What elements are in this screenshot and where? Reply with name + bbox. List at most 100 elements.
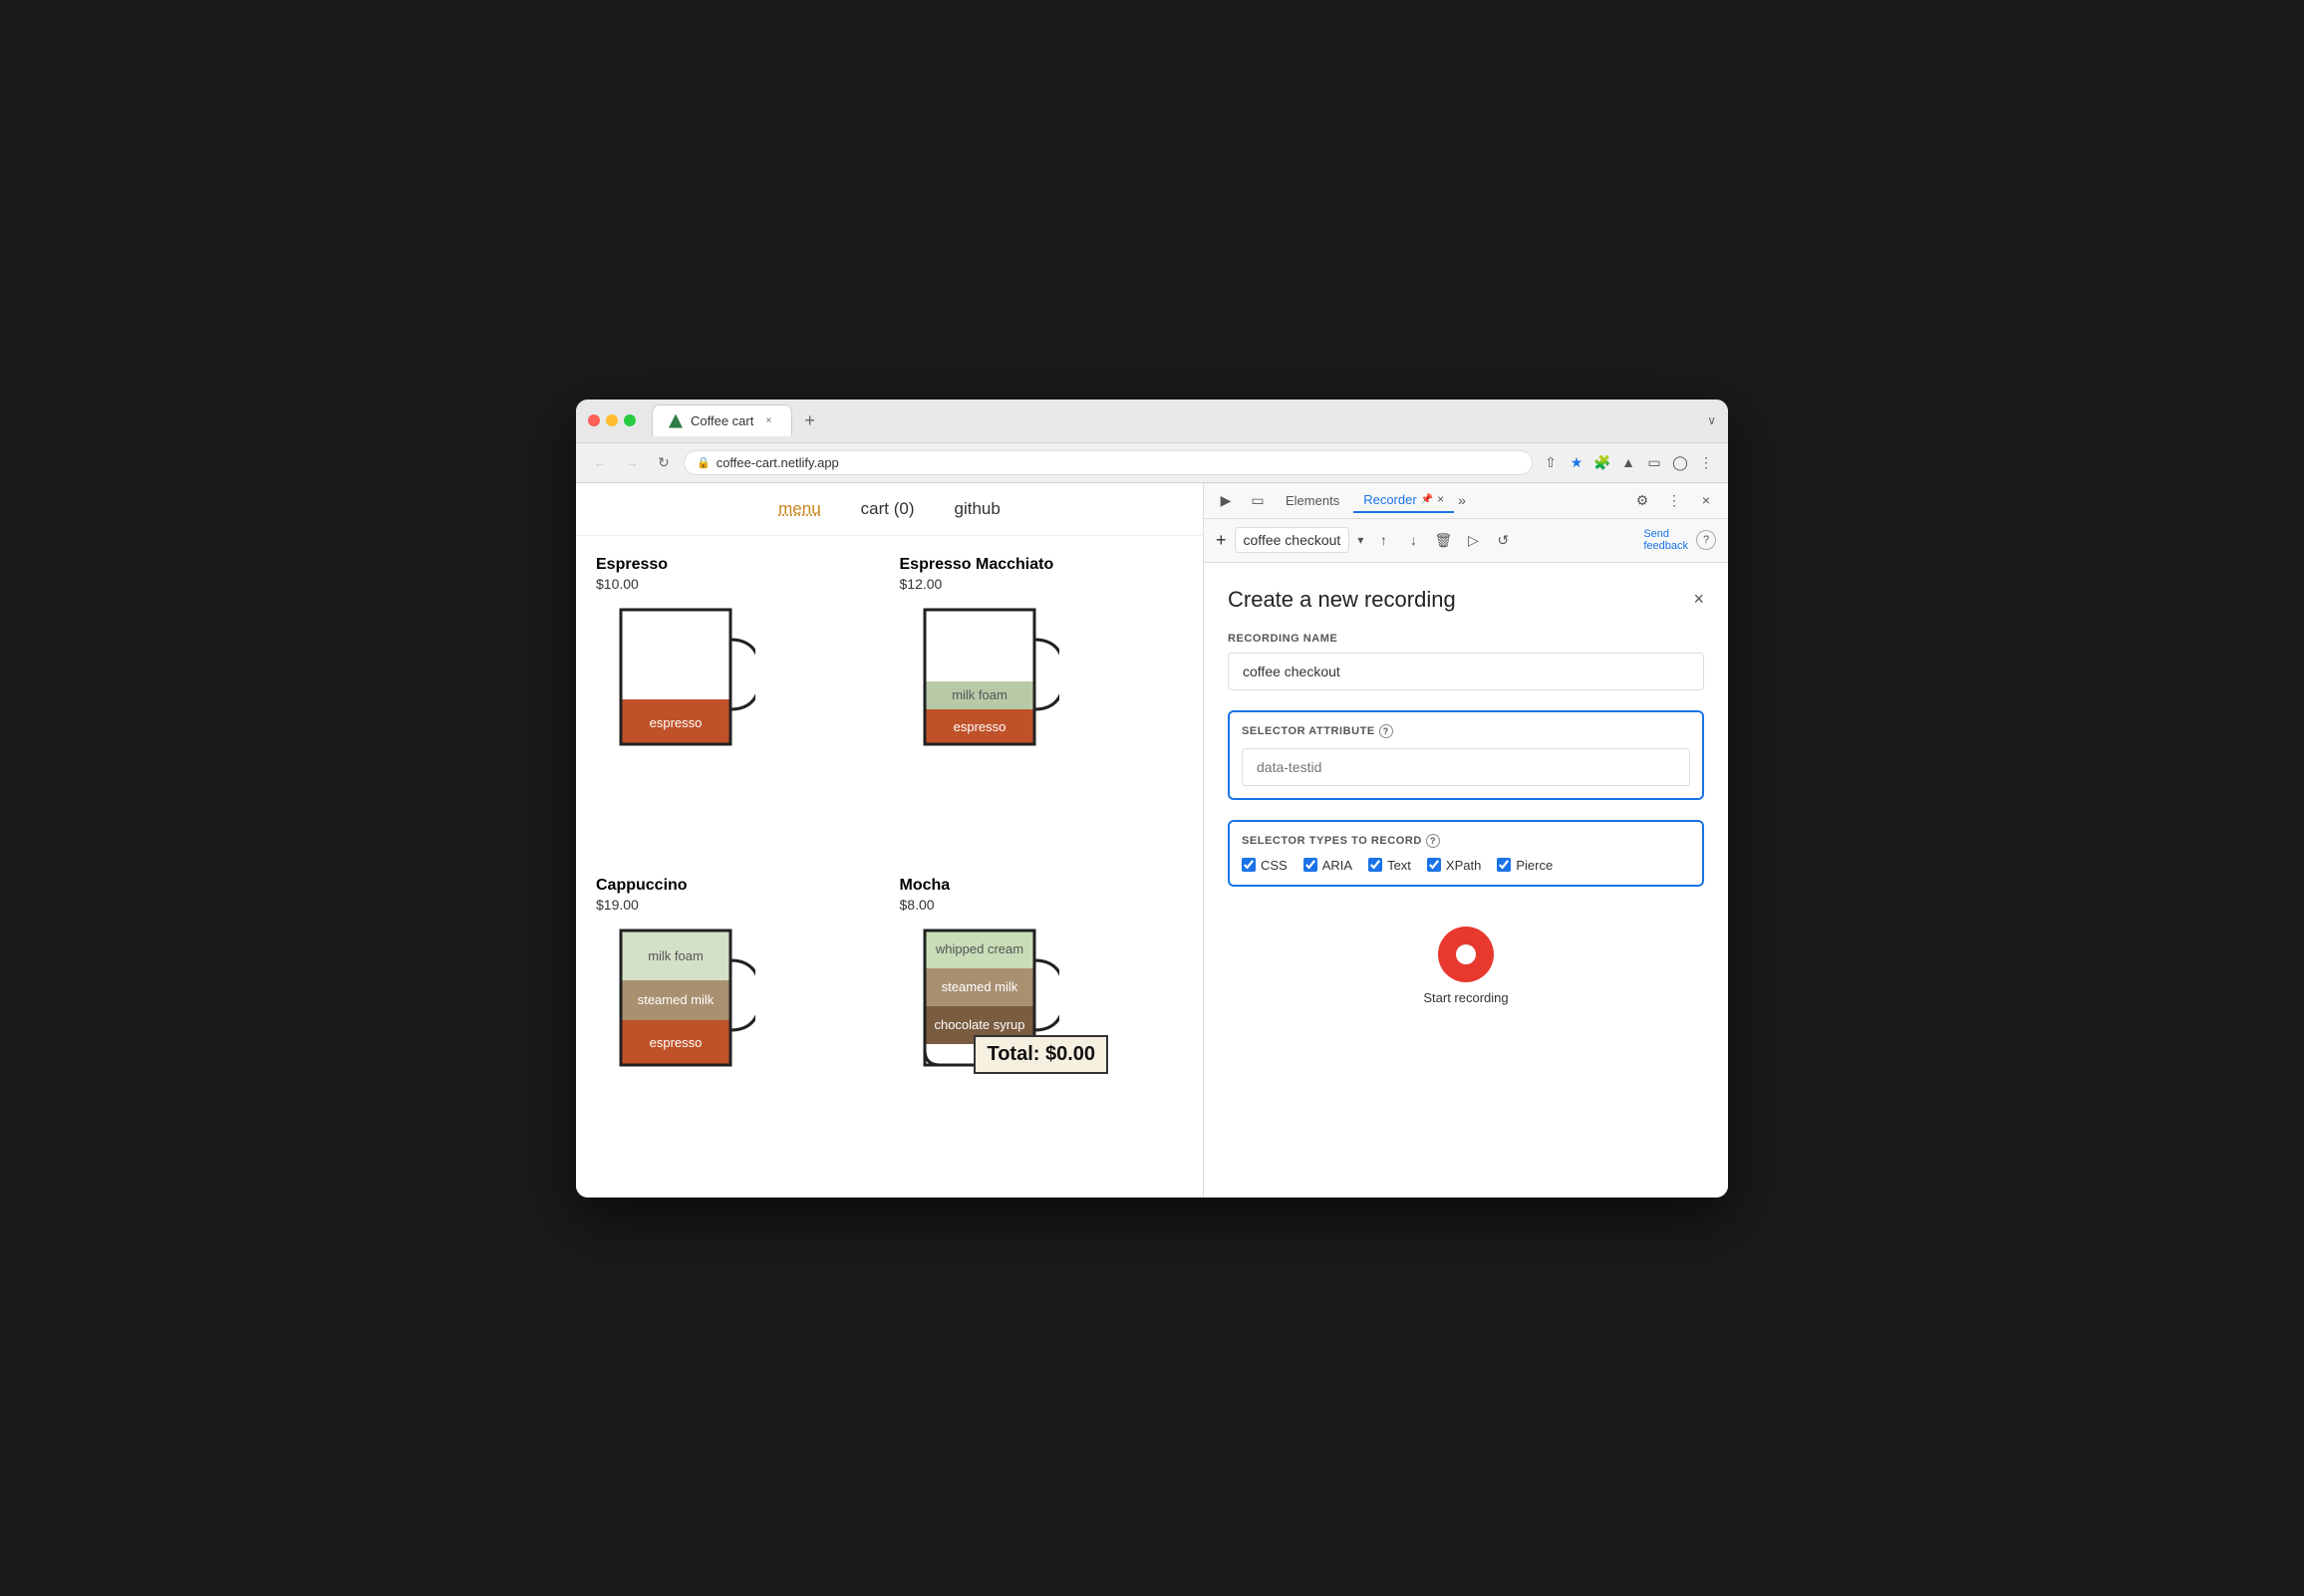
- share-icon[interactable]: ⇧: [1541, 452, 1561, 472]
- forward-button[interactable]: →: [620, 450, 644, 474]
- recorder-tab-label: Recorder: [1363, 492, 1416, 507]
- recorder-tab-close[interactable]: ×: [1437, 492, 1444, 506]
- coffee-item-espresso: Espresso $10.00 espresso: [596, 556, 880, 857]
- recorder-action-icons: ↑ ↓ 🗑 ▷ ↺: [1371, 528, 1515, 552]
- maximize-traffic-light[interactable]: [624, 414, 636, 426]
- bookmark-star-icon[interactable]: ★: [1567, 452, 1586, 472]
- recorder-dropdown-icon[interactable]: ▾: [1357, 533, 1363, 547]
- selector-attribute-help-icon[interactable]: ?: [1379, 724, 1393, 738]
- recorder-replay-icon[interactable]: ↺: [1491, 528, 1515, 552]
- selector-types-label-container: SELECTOR TYPES TO RECORD ?: [1242, 834, 1690, 848]
- title-bar: Coffee cart × + ∨: [576, 399, 1728, 443]
- checkbox-css[interactable]: CSS: [1242, 858, 1288, 873]
- tab-bar: Coffee cart × +: [652, 404, 1699, 436]
- selector-types-help-icon[interactable]: ?: [1426, 834, 1440, 848]
- coffee-name-macchiato: Espresso Macchiato: [900, 556, 1184, 574]
- recorder-toolbar: + coffee checkout ▾ ↑ ↓ 🗑 ▷ ↺ Sendfeedba…: [1204, 519, 1728, 563]
- address-input-bar[interactable]: 🔒 coffee-cart.netlify.app: [684, 450, 1533, 475]
- modal-title: Create a new recording: [1228, 587, 1456, 613]
- window-controls: ∨: [1707, 413, 1716, 427]
- nav-menu[interactable]: menu: [778, 499, 821, 519]
- recorder-help-button[interactable]: ?: [1696, 530, 1716, 550]
- recorder-import-icon[interactable]: ↓: [1401, 528, 1425, 552]
- tab-close-button[interactable]: ×: [761, 414, 775, 428]
- xpath-checkbox-label: XPath: [1446, 858, 1481, 873]
- selector-attribute-input[interactable]: [1242, 748, 1690, 786]
- devtools-more-tabs-icon[interactable]: »: [1458, 492, 1466, 508]
- recorder-export-icon[interactable]: ↑: [1371, 528, 1395, 552]
- selector-types-checkboxes: CSS ARIA Text XPath: [1242, 858, 1690, 873]
- start-recording-button[interactable]: [1438, 927, 1494, 982]
- svg-text:whipped cream: whipped cream: [934, 941, 1022, 956]
- modal-close-button[interactable]: ×: [1693, 589, 1704, 610]
- coffee-item-macchiato: Espresso Macchiato $12.00 milk foam espr…: [900, 556, 1184, 857]
- browser-tab[interactable]: Coffee cart ×: [652, 404, 792, 436]
- selector-attribute-label-container: SELECTOR ATTRIBUTE ?: [1242, 724, 1690, 738]
- minimize-traffic-light[interactable]: [606, 414, 618, 426]
- devtools-inspect-icon[interactable]: ▶: [1212, 486, 1240, 514]
- nav-github[interactable]: github: [955, 499, 1001, 519]
- coffee-cup-espresso[interactable]: espresso: [596, 600, 880, 769]
- coffee-cup-cappuccino[interactable]: milk foam steamed milk espresso: [596, 921, 880, 1090]
- new-tab-button[interactable]: +: [796, 410, 823, 431]
- total-overlay: Total: $0.00: [974, 1035, 1108, 1074]
- coffee-grid: Espresso $10.00 espresso: [576, 536, 1203, 1197]
- svg-text:steamed milk: steamed milk: [941, 979, 1017, 994]
- svg-text:steamed milk: steamed milk: [638, 992, 715, 1007]
- devtools-tab-recorder[interactable]: Recorder 📌 ×: [1353, 488, 1454, 513]
- css-checkbox[interactable]: [1242, 858, 1256, 872]
- coffee-name-mocha: Mocha: [900, 877, 1184, 895]
- reload-button[interactable]: ↻: [652, 450, 676, 474]
- recorder-play-icon[interactable]: ▷: [1461, 528, 1485, 552]
- pierce-checkbox[interactable]: [1497, 858, 1511, 872]
- coffee-navigation: menu cart (0) github: [576, 483, 1203, 536]
- toolbar-icons: ⇧ ★ 🧩 ▲ ▭ ◯ ⋮: [1541, 452, 1716, 472]
- checkbox-pierce[interactable]: Pierce: [1497, 858, 1553, 873]
- recording-name-label: RECORDING NAME: [1228, 633, 1704, 645]
- svg-text:milk foam: milk foam: [952, 687, 1008, 702]
- coffee-item-cappuccino: Cappuccino $19.00 milk foam steamed milk: [596, 877, 880, 1178]
- record-dot-icon: [1456, 944, 1476, 964]
- nav-cart[interactable]: cart (0): [861, 499, 915, 519]
- send-feedback-link[interactable]: Sendfeedback: [1643, 528, 1688, 552]
- traffic-lights: [588, 414, 636, 426]
- checkbox-xpath[interactable]: XPath: [1427, 858, 1481, 873]
- recorder-add-button[interactable]: +: [1216, 530, 1227, 551]
- macchiato-cup-svg: milk foam espresso: [900, 600, 1059, 764]
- coffee-price-cappuccino: $19.00: [596, 897, 880, 913]
- xpath-checkbox[interactable]: [1427, 858, 1441, 872]
- back-button[interactable]: ←: [588, 450, 612, 474]
- extensions-icon[interactable]: 🧩: [1592, 452, 1612, 472]
- recorder-delete-icon[interactable]: 🗑: [1431, 528, 1455, 552]
- close-traffic-light[interactable]: [588, 414, 600, 426]
- svg-text:chocolate syrup: chocolate syrup: [934, 1017, 1024, 1032]
- modal-header: Create a new recording ×: [1228, 587, 1704, 613]
- tab-search-icon[interactable]: ▭: [1644, 452, 1664, 472]
- checkbox-aria[interactable]: ARIA: [1303, 858, 1352, 873]
- profile-icon[interactable]: ◯: [1670, 452, 1690, 472]
- browser-window: Coffee cart × + ∨ ← → ↻ 🔒 coffee-cart.ne…: [576, 399, 1728, 1197]
- devtools-device-icon[interactable]: ▭: [1244, 486, 1272, 514]
- recorder-pin-icon: 📌: [1421, 494, 1433, 505]
- selector-types-box: SELECTOR TYPES TO RECORD ? CSS ARIA: [1228, 820, 1704, 887]
- elements-tab-label: Elements: [1286, 493, 1339, 508]
- selector-attribute-label-text: SELECTOR ATTRIBUTE: [1242, 725, 1375, 737]
- coffee-cup-macchiato[interactable]: milk foam espresso: [900, 600, 1184, 769]
- checkbox-text[interactable]: Text: [1368, 858, 1411, 873]
- devtools-close-button[interactable]: ×: [1692, 486, 1720, 514]
- cappuccino-cup-svg: milk foam steamed milk espresso: [596, 921, 755, 1085]
- more-menu-icon[interactable]: ⋮: [1696, 452, 1716, 472]
- devtools-tab-elements[interactable]: Elements: [1276, 489, 1349, 512]
- text-checkbox-label: Text: [1387, 858, 1411, 873]
- pin-icon[interactable]: ▲: [1618, 452, 1638, 472]
- svg-text:espresso: espresso: [953, 719, 1006, 734]
- devtools-settings-icon[interactable]: ⚙: [1628, 486, 1656, 514]
- lock-icon: 🔒: [697, 456, 711, 469]
- tab-favicon-icon: [669, 414, 683, 428]
- text-checkbox[interactable]: [1368, 858, 1382, 872]
- devtools-more-options-icon[interactable]: ⋮: [1660, 486, 1688, 514]
- aria-checkbox[interactable]: [1303, 858, 1317, 872]
- recorder-content: Create a new recording × RECORDING NAME …: [1204, 563, 1728, 1197]
- svg-text:espresso: espresso: [650, 715, 703, 730]
- recording-name-input[interactable]: [1228, 653, 1704, 690]
